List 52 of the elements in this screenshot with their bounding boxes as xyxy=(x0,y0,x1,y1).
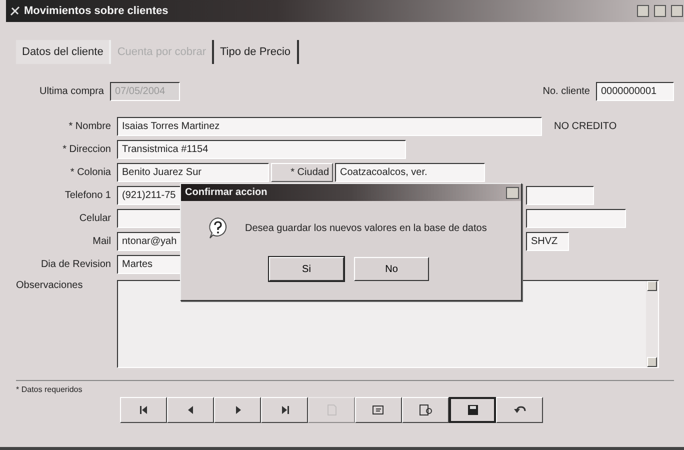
question-icon xyxy=(207,217,229,239)
first-record-icon xyxy=(138,405,148,415)
field-label: Observaciones xyxy=(16,280,84,293)
field-label: * Direccion xyxy=(62,144,112,155)
input-field[interactable]: Isaias Torres Martinez xyxy=(117,117,542,136)
field-label: Dia de Revision xyxy=(40,259,112,270)
last-record-icon xyxy=(280,405,290,415)
status-text: * Datos requeridos xyxy=(16,385,82,394)
last-button[interactable] xyxy=(261,397,308,423)
input-field[interactable]: SHVZ xyxy=(526,232,569,251)
dialog-message: Desea guardar los nuevos valores en la base de datos xyxy=(245,222,487,234)
field-label: Mail xyxy=(92,236,112,247)
edit-button[interactable] xyxy=(355,397,402,423)
credit-status: NO CREDITO xyxy=(554,121,617,132)
minimize-button[interactable] xyxy=(637,5,649,17)
first-button[interactable] xyxy=(120,397,167,423)
dialog-button[interactable]: No xyxy=(354,257,429,281)
prev-button[interactable] xyxy=(167,397,214,423)
field-label: Telefono 1 xyxy=(64,190,112,201)
next-button[interactable] xyxy=(214,397,261,423)
close-button[interactable] xyxy=(671,5,683,17)
search-button[interactable] xyxy=(402,397,449,423)
tab[interactable]: Datos del cliente xyxy=(16,40,112,64)
input-field[interactable]: Benito Juarez Sur xyxy=(117,163,269,182)
scrollbar[interactable] xyxy=(646,281,658,367)
save-button[interactable] xyxy=(449,397,496,423)
input-field[interactable] xyxy=(526,186,594,205)
input-field[interactable]: Transistmica #1154 xyxy=(117,140,406,159)
input-field[interactable]: Coatzacoalcos, ver. xyxy=(335,163,485,182)
undo-icon xyxy=(514,405,526,415)
tab[interactable]: Tipo de Precio xyxy=(214,40,299,64)
next-icon xyxy=(234,405,242,415)
window-icon xyxy=(10,6,20,16)
search-icon xyxy=(418,404,432,416)
field-label: * Colonia xyxy=(69,167,112,178)
undo-button[interactable] xyxy=(496,397,543,423)
dialog-button[interactable]: Si xyxy=(269,257,344,281)
save-icon xyxy=(466,404,478,416)
maximize-button[interactable] xyxy=(654,5,666,17)
field-label: No. cliente xyxy=(542,86,591,96)
input-field[interactable]: 0000000001 xyxy=(596,82,674,100)
field-label: * Ciudad xyxy=(271,163,333,182)
field-label: * Nombre xyxy=(68,121,112,132)
edit-icon xyxy=(372,404,386,416)
previous-icon xyxy=(186,405,194,415)
field-label: Ultima compra xyxy=(38,86,105,96)
new-record-icon xyxy=(326,404,338,416)
dialog-title: Confirmar accion xyxy=(185,187,268,198)
input-field[interactable] xyxy=(526,209,626,228)
window-title: Movimientos sobre clientes xyxy=(24,5,168,17)
close-button[interactable] xyxy=(506,186,519,198)
field-label: Celular xyxy=(78,213,112,224)
